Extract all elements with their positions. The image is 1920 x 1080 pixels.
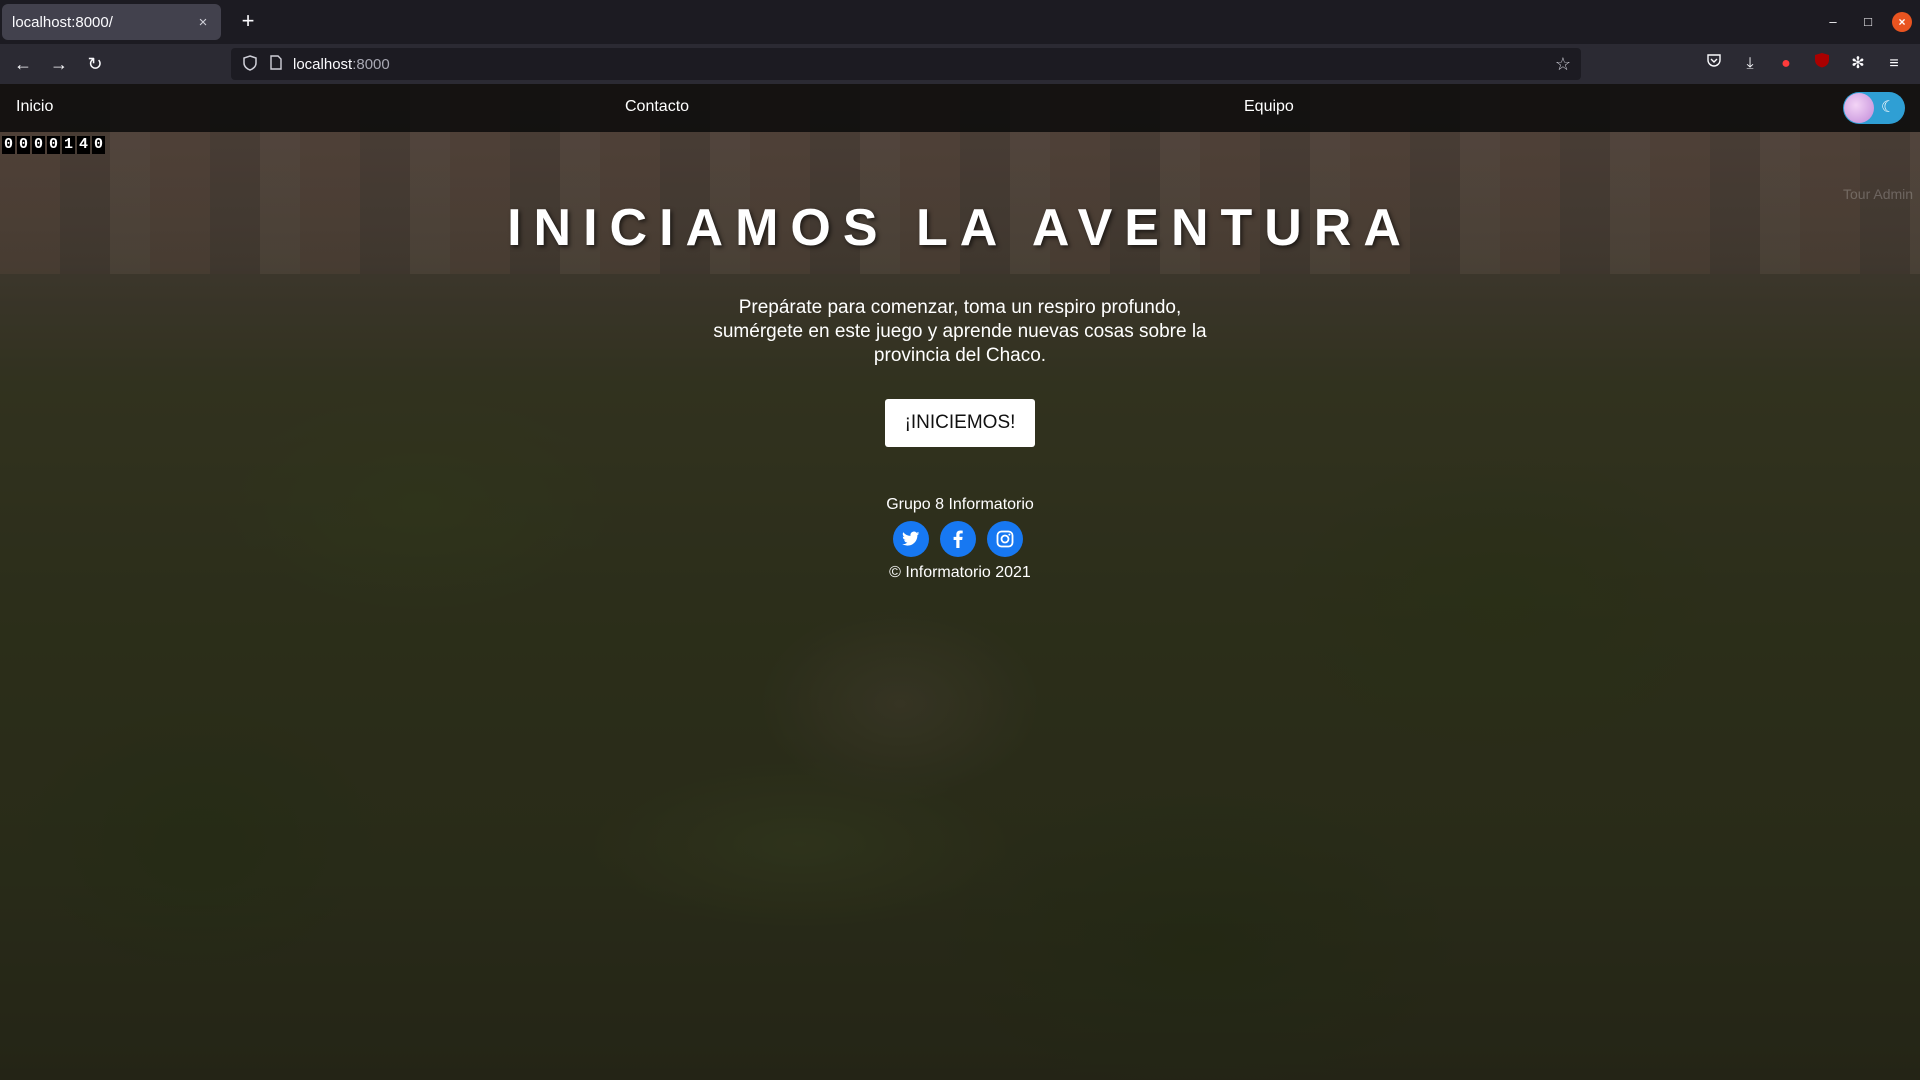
counter-digit: 0 — [47, 136, 60, 154]
extensions-gear-icon[interactable]: ✻ — [1846, 52, 1870, 76]
hero-subtitle: Prepárate para comenzar, toma un respiro… — [713, 297, 1207, 366]
dark-mode-toggle[interactable]: ☾ — [1843, 92, 1905, 124]
nav-link-inicio[interactable]: Inicio — [16, 98, 53, 116]
tab-title: localhost:8000/ — [12, 13, 113, 31]
url-host: localhost — [293, 55, 353, 73]
back-arrow-icon[interactable]: ← — [10, 51, 36, 77]
page-viewport: Inicio Contacto Equipo ☾ 0 0 0 0 1 4 0 T… — [0, 84, 1920, 1080]
copyright-text: © Informatorio 2021 — [889, 564, 1031, 581]
reload-icon[interactable]: ↻ — [82, 51, 108, 77]
new-tab-button[interactable]: + — [235, 9, 261, 35]
window-maximize-button[interactable]: □ — [1858, 12, 1878, 32]
nav-link-contacto[interactable]: Contacto — [625, 98, 689, 116]
start-button[interactable]: ¡INICIEMOS! — [885, 399, 1035, 447]
download-icon[interactable]: ⤓ — [1738, 52, 1762, 76]
counter-digit: 0 — [17, 136, 30, 154]
address-bar[interactable]: localhost:8000 ☆ — [231, 48, 1581, 80]
browser-tab[interactable]: localhost:8000/ × — [2, 4, 221, 40]
page-icon — [267, 55, 285, 73]
pocket-icon[interactable] — [1702, 52, 1726, 76]
browser-tab-strip: localhost:8000/ × + – □ × — [0, 0, 1920, 44]
window-close-button[interactable]: × — [1892, 12, 1912, 32]
url-port: :8000 — [352, 55, 390, 73]
window-minimize-button[interactable]: – — [1823, 12, 1843, 32]
facebook-icon[interactable] — [940, 521, 976, 557]
counter-digit: 0 — [2, 136, 15, 154]
social-links — [893, 521, 1023, 557]
bookmark-star-icon[interactable]: ☆ — [1555, 54, 1571, 75]
instagram-icon[interactable] — [987, 521, 1023, 557]
nav-link-equipo[interactable]: Equipo — [1244, 98, 1294, 116]
ublock-icon[interactable] — [1810, 52, 1834, 76]
site-navbar: Inicio Contacto Equipo ☾ — [0, 84, 1920, 132]
toggle-knob — [1844, 93, 1874, 123]
visit-counter: 0 0 0 0 1 4 0 — [2, 136, 105, 154]
counter-digit: 1 — [62, 136, 75, 154]
twitter-icon[interactable] — [893, 521, 929, 557]
shield-icon[interactable] — [241, 55, 259, 73]
counter-digit: 4 — [77, 136, 90, 154]
extension-red-icon[interactable]: ● — [1774, 52, 1798, 76]
counter-digit: 0 — [92, 136, 105, 154]
moon-icon: ☾ — [1881, 99, 1896, 116]
browser-toolbar: ← → ↻ localhost:8000 ☆ ⤓ ● ✻ ≡ — [0, 44, 1920, 84]
menu-icon[interactable]: ≡ — [1882, 52, 1906, 76]
forward-arrow-icon[interactable]: → — [46, 51, 72, 77]
tab-close-icon[interactable]: × — [195, 14, 211, 31]
group-name: Grupo 8 Informatorio — [886, 496, 1034, 513]
url-text[interactable]: localhost:8000 — [293, 56, 1555, 73]
hero-title: INICIAMOS LA AVENTURA — [507, 199, 1413, 257]
counter-digit: 0 — [32, 136, 45, 154]
